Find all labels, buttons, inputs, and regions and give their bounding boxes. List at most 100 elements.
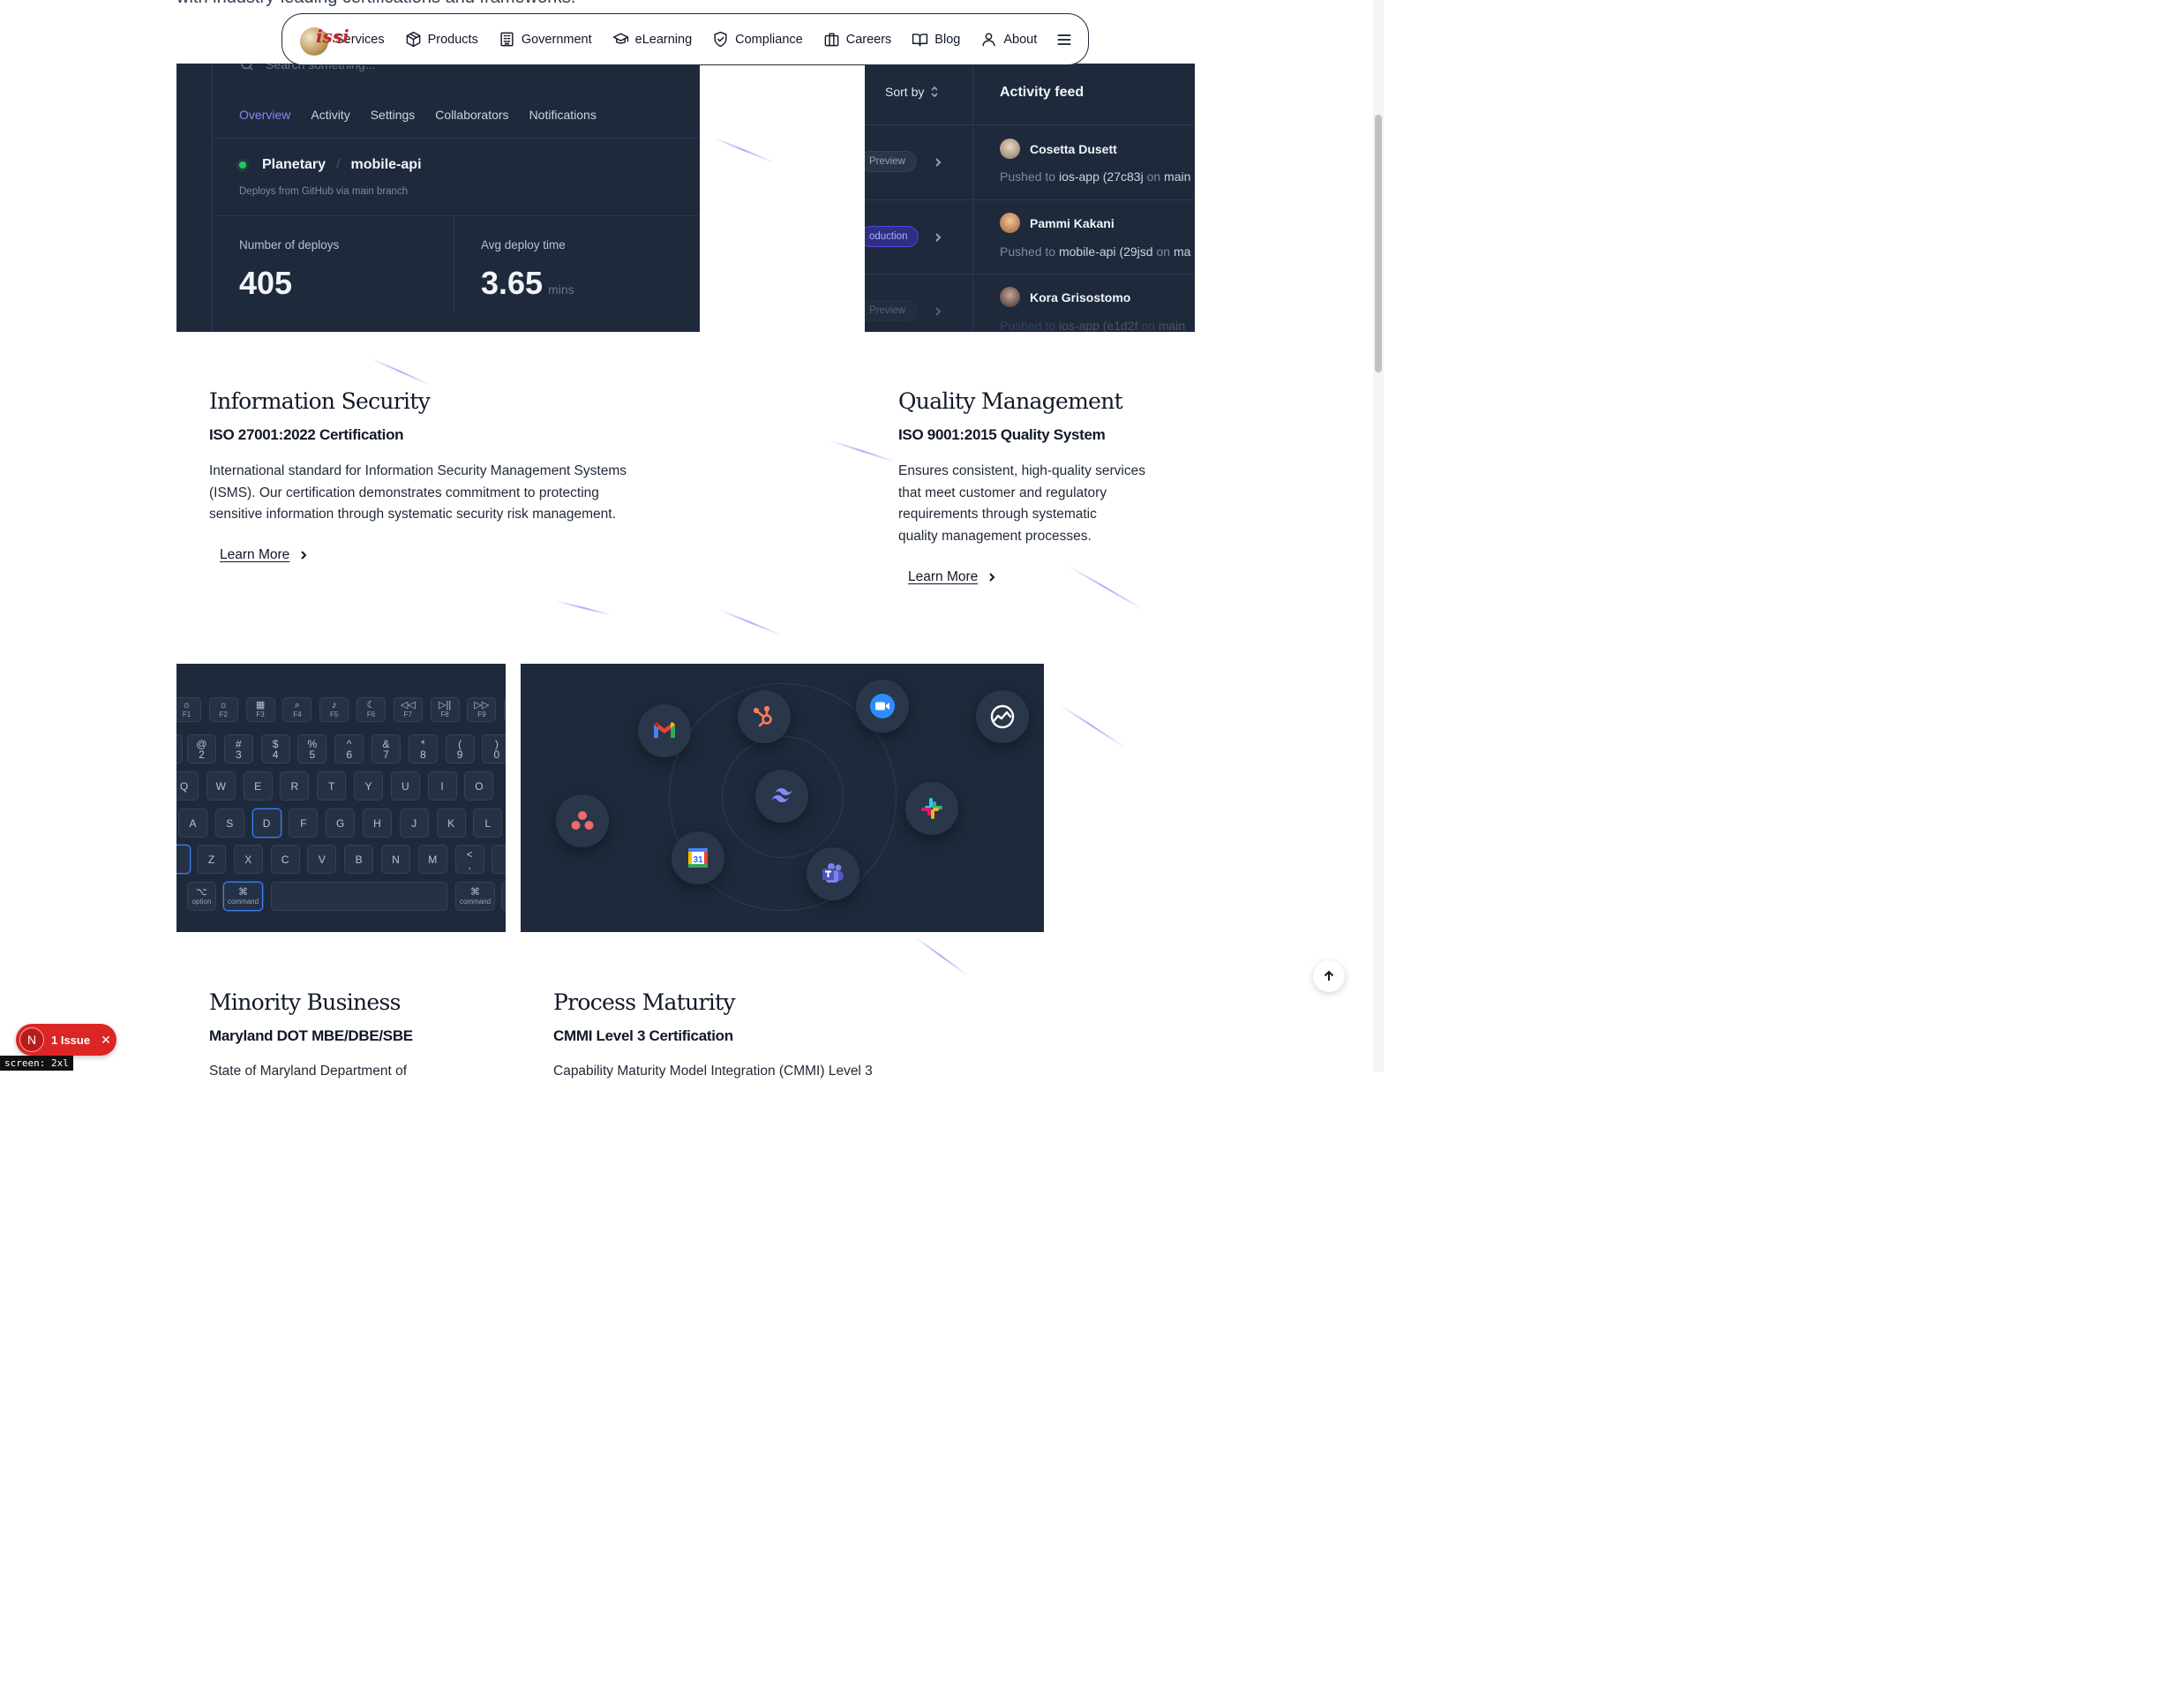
page-scrollbar[interactable] <box>1373 0 1384 1072</box>
chevron-right-icon <box>989 573 995 582</box>
section-body: State of Maryland Department of <box>209 1064 408 1079</box>
graduation-cap-icon <box>612 33 628 44</box>
nav-elearning[interactable]: eLearning <box>612 31 692 48</box>
avatar <box>1000 287 1020 307</box>
keyboard-key-n: N <box>381 845 410 874</box>
keyboard-key-m: M <box>417 845 447 874</box>
search-icon <box>241 64 253 71</box>
screen-size-indicator: screen: 2xl <box>0 1056 73 1071</box>
hubspot-icon <box>738 690 791 743</box>
keyboard-key: (9 <box>445 734 475 763</box>
scrollbar-thumb[interactable] <box>1375 115 1382 372</box>
chevron-right-icon[interactable] <box>933 231 943 242</box>
nav-blog[interactable]: Blog <box>912 31 960 48</box>
keyboard-key-h: H <box>363 808 392 838</box>
env-badge-preview: Preview <box>865 151 917 172</box>
activity-feed-title: Activity feed <box>1000 85 1084 100</box>
keyboard-key-f4: ⌕ F4 <box>282 697 312 722</box>
close-icon[interactable]: ✕ <box>101 1033 111 1048</box>
env-badge-production: oduction <box>865 226 919 247</box>
box-icon <box>406 31 420 48</box>
tab-activity[interactable]: Activity <box>311 108 349 122</box>
sort-chevrons-icon <box>931 86 938 98</box>
decorative-streak <box>829 440 897 463</box>
env-badge-preview: Preview <box>865 300 917 321</box>
keyboard-key: ^ 6 <box>334 734 364 763</box>
tab-collaborators[interactable]: Collaborators <box>435 108 508 122</box>
activity-description: Pushed to mobile-api (29jsd on ma <box>1000 244 1191 259</box>
keyboard-key-f9: ▷▷ F9 <box>467 697 497 722</box>
google-calendar-icon: 31 <box>672 831 724 884</box>
repo-owner: Planetary <box>262 157 326 172</box>
stat-value-deploy-time: 3.65 mins <box>481 265 574 301</box>
dashboard-panel: Search something... Overview Activity Se… <box>212 64 700 332</box>
keyboard-key: $4 <box>260 734 290 763</box>
keyboard-key-q: Q <box>176 771 199 801</box>
keyboard-key-g: G <box>326 808 356 838</box>
activity-description: Pushed to ios-app (e1d2f on main <box>1000 319 1186 332</box>
keyboard-key: * 8 <box>408 734 438 763</box>
keyboard-key-f1: ☼ F1 <box>176 697 201 722</box>
nav-products[interactable]: Products <box>405 31 478 48</box>
user-icon <box>982 33 995 47</box>
keyboard-key-u: U <box>390 771 420 801</box>
divider <box>213 138 700 139</box>
repo-description: Deploys from GitHub via main branch <box>239 186 409 197</box>
keyboard-key <box>501 882 506 911</box>
keyboard-key-v: V <box>307 845 337 874</box>
integrations-illustration: 31 <box>521 664 1044 932</box>
section-body: Ensures consistent, high-quality service… <box>898 463 1145 544</box>
keyboard-key-e: E <box>243 771 273 801</box>
zoom-icon <box>856 680 909 733</box>
book-open-icon <box>912 34 928 47</box>
learn-more-link[interactable]: Learn More <box>220 547 309 563</box>
next-logo-icon: N <box>19 1027 44 1052</box>
keyboard-key-j: J <box>399 808 429 838</box>
deploy-dashboard-preview: Search something... Overview Activity Se… <box>176 64 700 332</box>
activity-description: Pushed to ios-app (27c83j on main <box>1000 169 1191 184</box>
hamburger-menu-icon[interactable] <box>1055 29 1073 50</box>
issues-count: 1 Issue <box>51 1033 91 1047</box>
tab-settings[interactable]: Settings <box>371 108 416 122</box>
keyboard-key-space <box>271 882 447 911</box>
tailwind-icon <box>755 770 808 823</box>
arrow-up-icon <box>1324 970 1334 981</box>
divider <box>865 124 1195 125</box>
section-subtitle: Maryland DOT MBE/DBE/SBE <box>209 1027 413 1044</box>
nav-government[interactable]: Government <box>499 31 592 48</box>
tab-notifications[interactable]: Notifications <box>529 108 597 122</box>
decorative-streak <box>1058 703 1126 748</box>
keyboard-key-command-left: ⌘ command <box>223 882 263 911</box>
decorative-streak <box>712 137 775 163</box>
keyboard-key-a: A <box>178 808 207 838</box>
keyboard-key-z: Z <box>197 845 226 874</box>
chevron-right-icon[interactable] <box>933 156 943 167</box>
keyboard-key-f6: ☾ F6 <box>356 697 386 722</box>
activity-user: Kora Grisostomo <box>1000 287 1130 307</box>
nav-about[interactable]: About <box>980 31 1037 48</box>
divider <box>865 199 1195 200</box>
sort-by-button[interactable]: Sort by <box>885 85 940 99</box>
divider <box>972 64 973 332</box>
slack-icon <box>905 782 958 835</box>
keyboard-key <box>504 697 506 722</box>
keyboard-key-t: T <box>317 771 347 801</box>
decorative-streak <box>913 936 969 976</box>
intro-text: with industry-leading certifications and… <box>176 0 575 8</box>
keyboard-key: ) 0 <box>482 734 506 763</box>
section-body: International standard for Information S… <box>209 463 627 522</box>
nav-careers[interactable]: Careers <box>823 31 891 48</box>
keyboard-key <box>492 845 506 874</box>
tab-overview[interactable]: Overview <box>239 108 290 122</box>
chevron-right-icon[interactable] <box>933 305 943 316</box>
keyboard-key-o: O <box>464 771 494 801</box>
teams-icon <box>807 847 859 900</box>
issues-badge[interactable]: N 1 Issue ✕ <box>16 1024 116 1056</box>
stat-label-deploy-time: Avg deploy time <box>481 238 566 252</box>
repo-heading: Planetary / mobile-api <box>239 157 422 173</box>
keyboard-key-s: S <box>214 808 244 838</box>
scroll-to-top-button[interactable] <box>1313 960 1345 992</box>
nav-compliance[interactable]: Compliance <box>712 31 803 48</box>
building-icon <box>500 32 514 47</box>
learn-more-link[interactable]: Learn More <box>908 569 997 585</box>
